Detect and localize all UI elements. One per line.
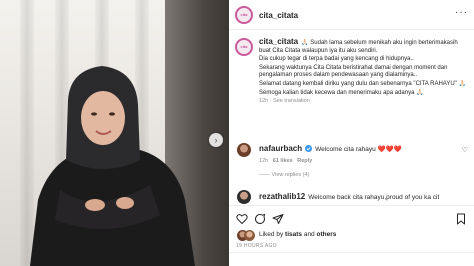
avatar-logo: cita (240, 12, 248, 17)
comment-icon[interactable] (254, 213, 266, 225)
liked-by-prefix: Liked by (259, 231, 284, 238)
avatar[interactable]: cita (235, 6, 253, 24)
caption-line: Selamat datang kembali diriku yang dulu … (259, 80, 466, 87)
post-photo[interactable]: › (0, 0, 229, 266)
verified-icon (305, 145, 313, 152)
action-bar (229, 205, 474, 229)
chevron-right-icon[interactable]: › (209, 133, 223, 147)
liker-avatar[interactable] (244, 230, 255, 241)
caption-avatar[interactable]: cita (235, 38, 253, 56)
comment-time: 12h (259, 158, 269, 164)
commenter-avatar[interactable] (237, 190, 251, 204)
caption-line: Semoga kalian tidak kecewa dan menerimak… (259, 89, 424, 96)
comment-likes[interactable]: 61 likes (273, 158, 293, 164)
comment-body: nafaurbach Welcome cita rahayu ❤️❤️❤️ (259, 144, 402, 153)
caption-username[interactable]: cita_citata (259, 37, 298, 46)
likes-others-link[interactable]: others (317, 231, 337, 238)
heart-icon[interactable]: ♡ (462, 146, 468, 154)
post-header: cita cita_citata ··· (229, 0, 474, 30)
heart-icon[interactable] (236, 213, 248, 225)
comment-body: rezathalib12 Welcome back cita rahayu,pro… (259, 192, 469, 201)
comment-username[interactable]: nafaurbach (259, 144, 302, 153)
comment-text: Welcome cita rahayu ❤️❤️❤️ (315, 146, 402, 153)
view-replies-link[interactable]: —— View replies (4) (259, 172, 309, 178)
comment-meta: 12h 61 likes Reply (259, 158, 312, 164)
caption-line: Dia cukup tegar di terpa badai yang kenc… (259, 56, 414, 63)
liked-by-and: and (303, 231, 315, 238)
see-translation-link[interactable]: See translation (273, 98, 310, 104)
caption-time: 12h (259, 98, 269, 105)
caption-line: Sekarang waktunya Cita Citata beristirah… (259, 64, 448, 79)
comment: nafaurbach Welcome cita rahayu ❤️❤️❤️ 12h… (229, 140, 474, 184)
share-icon[interactable] (272, 213, 284, 225)
liker-username[interactable]: tisats (285, 231, 302, 238)
add-comment-area[interactable] (229, 252, 474, 266)
commenter-avatar[interactable] (237, 143, 251, 157)
comment: rezathalib12 Welcome back cita rahayu,pro… (229, 188, 474, 204)
more-icon[interactable]: ··· (455, 8, 468, 18)
header-username[interactable]: cita_citata (259, 11, 298, 20)
comment-username[interactable]: rezathalib12 (259, 192, 305, 201)
caption: cita_citata 🙏🏻 Sudah lama sebelum menikah… (259, 38, 471, 107)
person-figure (30, 66, 195, 266)
comment-text: Welcome back cita rahayu,proud of you ka… (308, 194, 440, 201)
post-details-panel: cita cita_citata ··· cita cita_citata 🙏🏻 … (229, 0, 474, 266)
reply-button[interactable]: Reply (297, 158, 312, 164)
post-time: 19 HOURS AGO (236, 243, 277, 249)
avatar-logo: cita (240, 44, 248, 49)
liked-by: Liked by tisats and others (259, 231, 336, 238)
save-icon[interactable] (455, 213, 467, 225)
